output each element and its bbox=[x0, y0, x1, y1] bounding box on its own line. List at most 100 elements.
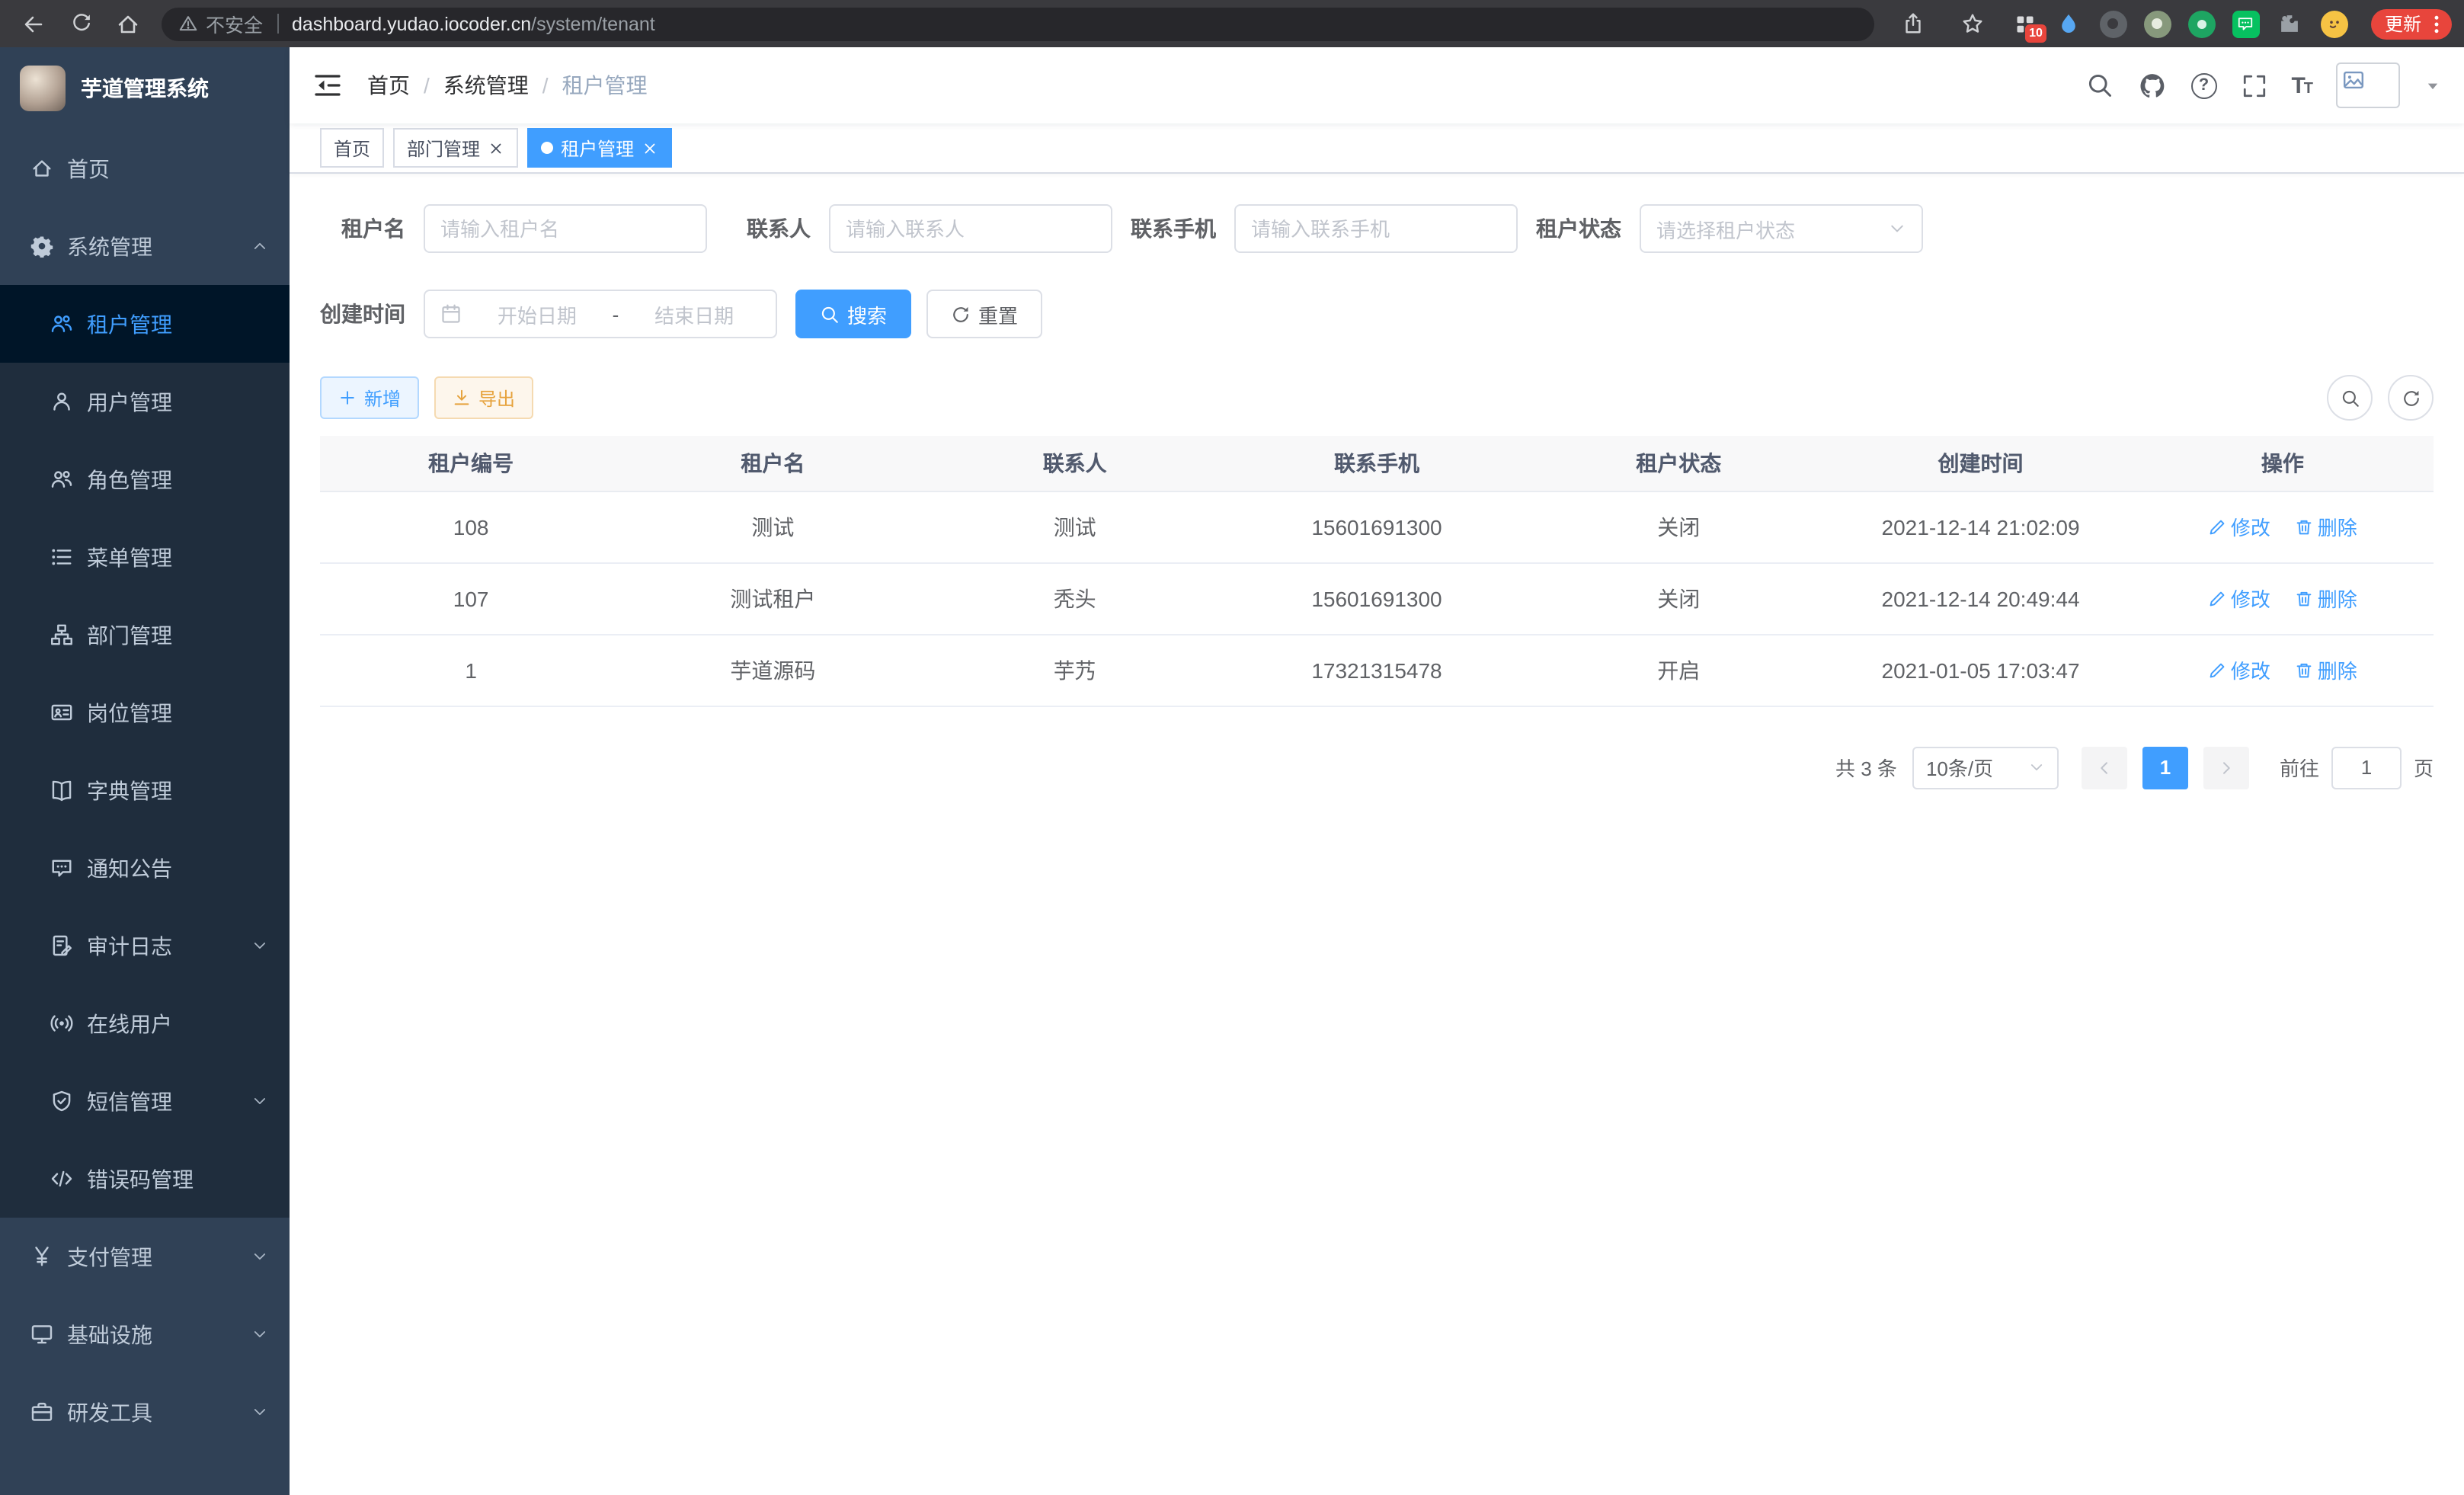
breadcrumb: 首页 / 系统管理 / 租户管理 bbox=[367, 70, 648, 101]
extension-drop-icon[interactable] bbox=[2056, 10, 2083, 37]
pagination: 共 3 条 10条/页 1 前往 页 bbox=[320, 746, 2434, 789]
sidebar-item-online-users[interactable]: 在线用户 bbox=[0, 984, 290, 1062]
contact-input[interactable] bbox=[846, 217, 1096, 240]
tenant-status-select[interactable]: 请选择租户状态 bbox=[1640, 204, 1923, 253]
add-button[interactable]: 新增 bbox=[320, 376, 419, 419]
profile-avatar-icon[interactable] bbox=[2321, 10, 2348, 37]
sidebar-item-audit-log[interactable]: 审计日志 bbox=[0, 907, 290, 984]
cell-tenant-id: 1 bbox=[320, 634, 622, 706]
browser-reload-button[interactable] bbox=[59, 4, 102, 43]
filter-status: 租户状态 请选择租户状态 bbox=[1536, 204, 1923, 253]
phone-input[interactable] bbox=[1251, 217, 1501, 240]
edit-button[interactable]: 修改 bbox=[2208, 584, 2270, 613]
bookmark-button[interactable] bbox=[1952, 4, 1995, 43]
tenant-icon bbox=[50, 312, 73, 335]
sidebar-item-department[interactable]: 部门管理 bbox=[0, 596, 290, 674]
app-logo[interactable]: 芋道管理系统 bbox=[0, 47, 290, 130]
browser-back-button[interactable] bbox=[12, 4, 55, 43]
extension-olive-icon[interactable] bbox=[2144, 10, 2171, 37]
tenant-name-label: 租户名 bbox=[320, 213, 405, 244]
page-number-button[interactable]: 1 bbox=[2142, 746, 2188, 789]
sidebar-item-sms[interactable]: 短信管理 bbox=[0, 1062, 290, 1140]
sidebar-item-payment[interactable]: 支付管理 bbox=[0, 1218, 290, 1295]
sidebar-item-dev-tools[interactable]: 研发工具 bbox=[0, 1373, 290, 1451]
tab-department[interactable]: 部门管理 bbox=[393, 128, 518, 168]
reset-button[interactable]: 重置 bbox=[926, 290, 1042, 338]
breadcrumb-home[interactable]: 首页 bbox=[367, 70, 410, 101]
sidebar-item-post[interactable]: 岗位管理 bbox=[0, 674, 290, 751]
sidebar-item-menu[interactable]: 菜单管理 bbox=[0, 518, 290, 596]
browser-menu-icon[interactable] bbox=[2426, 13, 2447, 34]
breadcrumb-current: 租户管理 bbox=[562, 70, 648, 101]
tab-tenant[interactable]: 租户管理 bbox=[527, 128, 672, 168]
goto-page: 前往 页 bbox=[2280, 746, 2434, 789]
chevron-down-icon bbox=[2028, 759, 2045, 776]
extension-grid-icon[interactable]: 10 bbox=[2011, 10, 2039, 37]
next-page-button[interactable] bbox=[2203, 746, 2249, 789]
share-icon bbox=[1902, 12, 1925, 35]
cell-actions: 修改 删除 bbox=[2132, 634, 2434, 706]
col-actions: 操作 bbox=[2132, 436, 2434, 491]
table-row[interactable]: 108 测试 测试 15601691300 关闭 2021-12-14 21:0… bbox=[320, 491, 2434, 562]
tab-home[interactable]: 首页 bbox=[320, 128, 384, 168]
header-search-icon[interactable] bbox=[2085, 72, 2113, 99]
sidebar-item-infrastructure[interactable]: 基础设施 bbox=[0, 1295, 290, 1373]
cell-status: 开启 bbox=[1528, 634, 1829, 706]
font-size-icon[interactable]: TT bbox=[2291, 72, 2312, 98]
cell-tenant-name: 芋道源码 bbox=[622, 634, 923, 706]
github-icon[interactable] bbox=[2137, 71, 2166, 100]
page-size-select[interactable]: 10条/页 bbox=[1912, 746, 2059, 789]
sidebar-item-user[interactable]: 用户管理 bbox=[0, 363, 290, 440]
edit-button[interactable]: 修改 bbox=[2208, 655, 2270, 684]
extensions-puzzle-icon[interactable] bbox=[2277, 10, 2304, 37]
sidebar-item-label: 错误码管理 bbox=[87, 1164, 194, 1194]
signal-icon bbox=[50, 1012, 73, 1035]
prev-page-button[interactable] bbox=[2082, 746, 2127, 789]
sidebar-item-error-code[interactable]: 错误码管理 bbox=[0, 1140, 290, 1218]
browser-update-button[interactable]: 更新 bbox=[2371, 8, 2452, 39]
delete-button[interactable]: 删除 bbox=[2295, 512, 2357, 541]
refresh-icon bbox=[2401, 388, 2421, 408]
fullscreen-icon[interactable] bbox=[2241, 72, 2267, 98]
close-icon[interactable] bbox=[488, 139, 504, 156]
goto-page-input[interactable] bbox=[2331, 746, 2402, 789]
table-row[interactable]: 107 测试租户 秃头 15601691300 关闭 2021-12-14 20… bbox=[320, 562, 2434, 634]
share-button[interactable] bbox=[1893, 4, 1935, 43]
sidebar-item-dictionary[interactable]: 字典管理 bbox=[0, 751, 290, 829]
sidebar-item-role[interactable]: 角色管理 bbox=[0, 440, 290, 518]
tenant-name-input[interactable] bbox=[440, 217, 690, 240]
date-range-picker[interactable]: 开始日期 - 结束日期 bbox=[424, 290, 777, 338]
extension-dark-icon[interactable] bbox=[2100, 10, 2127, 37]
address-bar[interactable]: 不安全 dashboard.yudao.iocoder.cn /system/t… bbox=[162, 7, 1874, 40]
security-indicator[interactable]: 不安全 bbox=[178, 9, 263, 38]
delete-button[interactable]: 删除 bbox=[2295, 584, 2357, 613]
edit-button[interactable]: 修改 bbox=[2208, 512, 2270, 541]
search-button-label: 搜索 bbox=[847, 299, 887, 328]
refresh-table-button[interactable] bbox=[2388, 375, 2434, 421]
toggle-search-button[interactable] bbox=[2327, 375, 2373, 421]
date-separator: - bbox=[613, 303, 619, 325]
sidebar-item-tenant[interactable]: 租户管理 bbox=[0, 285, 290, 363]
close-icon[interactable] bbox=[642, 139, 658, 156]
col-created: 创建时间 bbox=[1829, 436, 2131, 491]
browser-home-button[interactable] bbox=[107, 4, 149, 43]
divider bbox=[277, 14, 278, 34]
avatar-caret-icon[interactable] bbox=[2424, 77, 2441, 94]
extension-green-circle-icon[interactable] bbox=[2188, 10, 2216, 37]
col-tenant-id: 租户编号 bbox=[320, 436, 622, 491]
user-avatar[interactable] bbox=[2336, 62, 2400, 108]
search-button[interactable]: 搜索 bbox=[795, 290, 911, 338]
sidebar-item-home[interactable]: 首页 bbox=[0, 130, 290, 207]
sidebar-toggle-icon[interactable] bbox=[312, 70, 343, 101]
delete-button[interactable]: 删除 bbox=[2295, 655, 2357, 684]
table-row[interactable]: 1 芋道源码 芋艿 17321315478 开启 2021-01-05 17:0… bbox=[320, 634, 2434, 706]
sidebar-item-notice[interactable]: 通知公告 bbox=[0, 829, 290, 907]
export-button[interactable]: 导出 bbox=[434, 376, 533, 419]
sidebar-item-label: 岗位管理 bbox=[87, 697, 172, 728]
help-icon[interactable]: ? bbox=[2190, 72, 2216, 98]
sidebar-item-system[interactable]: 系统管理 bbox=[0, 207, 290, 285]
contact-label: 联系人 bbox=[725, 213, 811, 244]
extension-chat-icon[interactable] bbox=[2232, 10, 2260, 37]
breadcrumb-system[interactable]: 系统管理 bbox=[443, 70, 529, 101]
export-button-label: 导出 bbox=[478, 385, 515, 411]
